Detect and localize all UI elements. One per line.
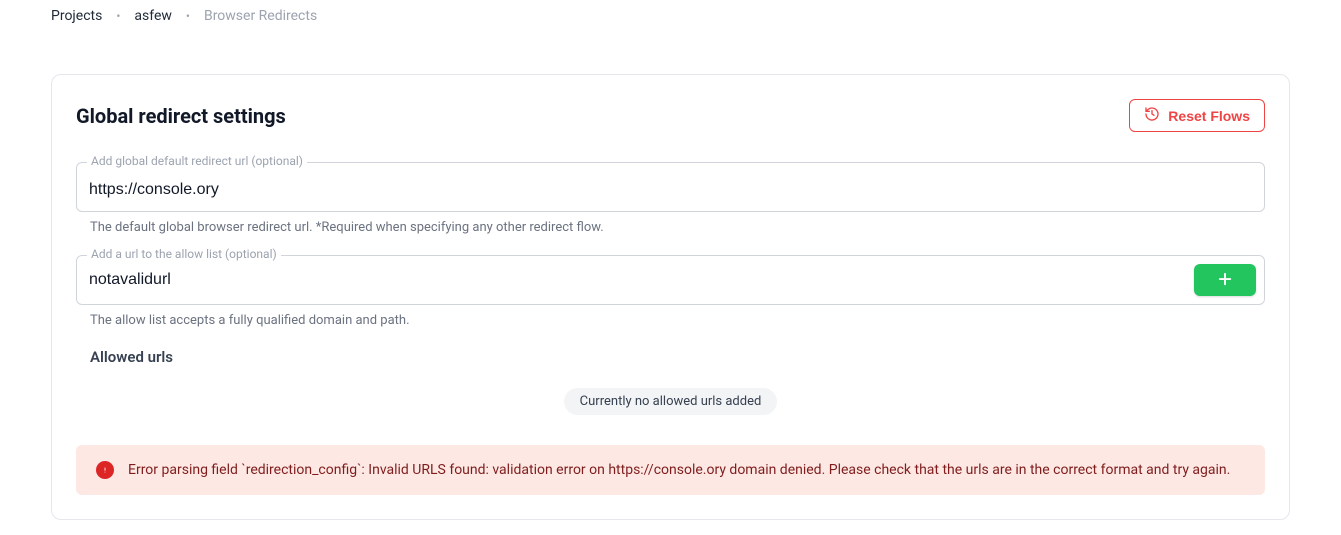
global-redirect-input[interactable]: [89, 181, 1252, 199]
breadcrumb-item-projects[interactable]: Projects: [51, 8, 102, 24]
breadcrumb-item-project-name[interactable]: asfew: [134, 8, 172, 24]
global-redirect-label: Add global default redirect url (optiona…: [87, 154, 307, 168]
card-header: Global redirect settings Reset Flows: [76, 99, 1265, 132]
settings-card: Global redirect settings Reset Flows Add…: [51, 74, 1290, 520]
allowed-urls-title: Allowed urls: [90, 348, 1265, 366]
breadcrumb: Projects • asfew • Browser Redirects: [0, 0, 1341, 24]
reset-flows-button[interactable]: Reset Flows: [1129, 99, 1265, 132]
allow-list-field[interactable]: Add a url to the allow list (optional): [76, 255, 1265, 305]
error-message: Error parsing field `redirection_config`…: [128, 462, 1230, 478]
error-alert: Error parsing field `redirection_config`…: [76, 445, 1265, 495]
global-redirect-helper: The default global browser redirect url.…: [90, 220, 1265, 235]
allow-list-label: Add a url to the allow list (optional): [87, 247, 281, 261]
history-icon: [1144, 106, 1160, 125]
breadcrumb-separator: •: [186, 9, 190, 23]
reset-flows-label: Reset Flows: [1168, 108, 1250, 124]
allow-list-helper: The allow list accepts a fully qualified…: [90, 313, 1265, 328]
allowed-urls-empty-chip: Currently no allowed urls added: [564, 388, 778, 415]
breadcrumb-item-current: Browser Redirects: [204, 8, 317, 24]
global-redirect-field[interactable]: Add global default redirect url (optiona…: [76, 162, 1265, 212]
breadcrumb-separator: •: [116, 9, 120, 23]
allow-list-input[interactable]: [89, 265, 1184, 295]
add-url-button[interactable]: [1194, 264, 1256, 296]
plus-icon: [1216, 270, 1234, 291]
error-icon: [96, 461, 114, 479]
page-title: Global redirect settings: [76, 104, 286, 128]
